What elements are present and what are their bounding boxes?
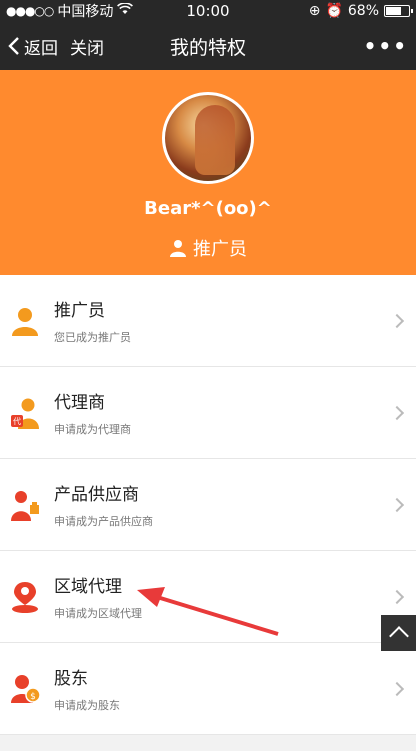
item-title: 代理商 (54, 393, 105, 413)
svg-text:代: 代 (13, 416, 21, 426)
regional-agent-icon (10, 580, 40, 614)
item-title: 产品供应商 (54, 485, 139, 505)
role-label: 推广员 (193, 239, 247, 260)
profile-header: Bear*^(oo)^ 推广员 (0, 70, 416, 275)
page-title: 我的特权 (169, 36, 246, 59)
battery-icon (384, 5, 413, 17)
list-item-shareholder[interactable]: $ 股东 申请成为股东 (0, 643, 416, 735)
role-badge: 推广员 (169, 235, 247, 261)
privilege-list: 推广员 您已成为推广员 代 代理商 申请成为代理商 产品供应商 申请成为产品供应… (0, 275, 416, 735)
supplier-icon (10, 488, 40, 522)
back-label: 返回 (24, 38, 58, 59)
list-item-supplier[interactable]: 产品供应商 申请成为产品供应商 (0, 459, 416, 551)
list-item-agent[interactable]: 代 代理商 申请成为代理商 (0, 367, 416, 459)
nav-bar: 返回 关闭 我的特权 ••• (0, 22, 416, 70)
chevron-right-icon (389, 497, 405, 512)
item-subtitle: 申请成为代理商 (54, 423, 131, 436)
chevron-right-icon (389, 313, 405, 328)
chevron-up-icon (388, 626, 409, 646)
chevron-right-icon (389, 405, 405, 420)
svg-text:$: $ (30, 692, 36, 702)
more-button[interactable]: ••• (364, 34, 408, 58)
avatar[interactable] (162, 92, 254, 184)
username: Bear*^(oo)^ (144, 198, 272, 219)
annotation-arrow-icon (137, 587, 279, 636)
battery-fill (386, 7, 401, 15)
status-time: 10:00 (186, 2, 230, 20)
item-title: 推广员 (54, 301, 105, 321)
close-button[interactable]: 关闭 (70, 34, 104, 59)
status-bar: ●●●○○ 中国移动 10:00 ⊕ ⏰ 68% (0, 0, 416, 22)
back-to-top-button[interactable] (381, 615, 416, 651)
back-button[interactable]: 返回 (8, 34, 58, 59)
chevron-right-icon (389, 589, 405, 604)
item-subtitle: 您已成为推广员 (54, 331, 131, 344)
promoter-icon (10, 304, 40, 338)
user-icon (170, 240, 186, 257)
shareholder-icon: $ (10, 672, 40, 706)
agent-icon: 代 (10, 396, 40, 430)
list-item-promoter[interactable]: 推广员 您已成为推广员 (0, 275, 416, 367)
chevron-right-icon (389, 681, 405, 696)
chevron-left-icon (8, 37, 19, 55)
item-subtitle: 申请成为产品供应商 (54, 515, 153, 528)
item-title: 股东 (54, 669, 88, 689)
item-subtitle: 申请成为股东 (54, 699, 120, 712)
